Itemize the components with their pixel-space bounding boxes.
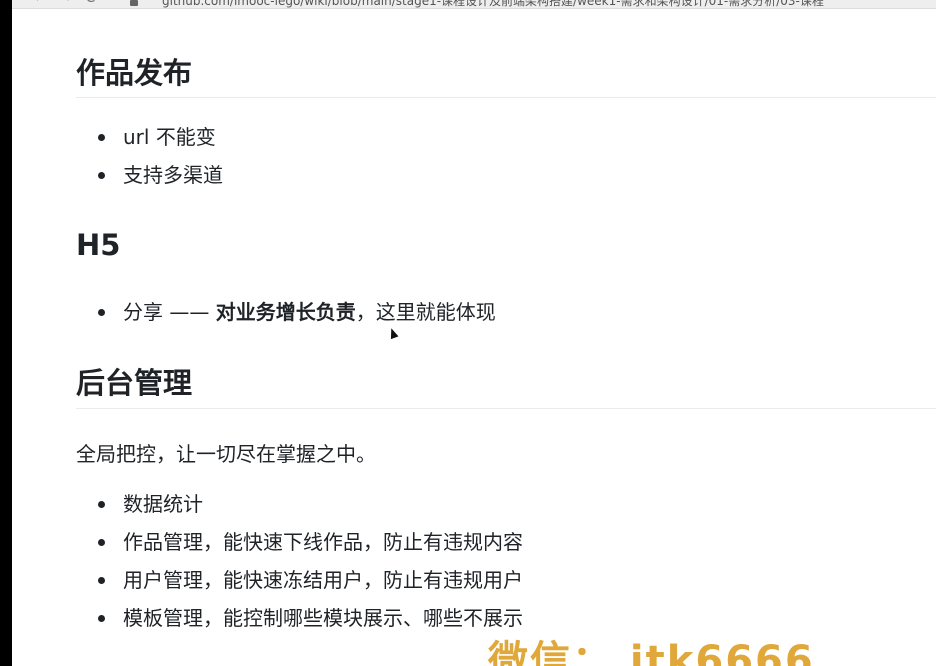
heading-rule: [76, 408, 936, 409]
back-icon[interactable]: ←: [34, 0, 46, 6]
lock-icon: [130, 0, 138, 6]
heading-publish: 作品发布: [76, 56, 193, 90]
list-item-text: 支持多渠道: [123, 163, 223, 187]
list-item: 数据统计: [76, 485, 523, 523]
watermark: 微信： itk6666: [488, 638, 815, 666]
list-item: 作品管理，能快速下线作品，防止有违规内容: [76, 523, 523, 561]
list-item-text: 模板管理，能控制哪些模块展示、哪些不展示: [123, 606, 523, 630]
publish-list: url 不能变 支持多渠道: [76, 118, 223, 194]
window-edge: [0, 0, 12, 666]
share-strong: 对业务增长负责: [215, 300, 356, 324]
bullet-icon: [98, 309, 105, 316]
heading-h5: H5: [76, 228, 121, 262]
browser-nav: ← → C: [34, 0, 95, 6]
url-text[interactable]: github.com/imooc-lego/wiki/blob/main/sta…: [162, 0, 824, 8]
bullet-icon: [98, 615, 105, 622]
admin-list: 数据统计 作品管理，能快速下线作品，防止有违规内容 用户管理，能快速冻结用户，防…: [76, 485, 523, 637]
admin-intro: 全局把控，让一切尽在掌握之中。: [76, 442, 376, 466]
list-item: 用户管理，能快速冻结用户，防止有违规用户: [76, 561, 523, 599]
bullet-icon: [98, 501, 105, 508]
bullet-icon: [98, 539, 105, 546]
bullet-icon: [98, 134, 105, 141]
heading-rule: [76, 97, 936, 98]
list-item-text: 数据统计: [123, 492, 203, 516]
bullet-icon: [98, 172, 105, 179]
heading-admin: 后台管理: [76, 366, 193, 400]
list-item: url 不能变: [76, 118, 223, 156]
share-prefix: 分享 ——: [123, 300, 216, 324]
list-item-text: 用户管理，能快速冻结用户，防止有违规用户: [123, 568, 523, 592]
browser-address-bar[interactable]: ← → C github.com/imooc-lego/wiki/blob/ma…: [12, 0, 936, 9]
list-item: 分享 —— 对业务增长负责，这里就能体现: [76, 293, 496, 331]
list-item: 支持多渠道: [76, 156, 223, 194]
reload-icon[interactable]: C: [85, 0, 95, 6]
h5-list: 分享 —— 对业务增长负责，这里就能体现: [76, 293, 496, 331]
forward-icon[interactable]: →: [60, 0, 72, 6]
bullet-icon: [98, 577, 105, 584]
list-item-text: url 不能变: [123, 125, 216, 149]
list-item: 模板管理，能控制哪些模块展示、哪些不展示: [76, 599, 523, 637]
list-item-text: 作品管理，能快速下线作品，防止有违规内容: [123, 530, 523, 554]
screen: ← → C github.com/imooc-lego/wiki/blob/ma…: [0, 0, 936, 666]
share-suffix: ，这里就能体现: [355, 300, 496, 324]
